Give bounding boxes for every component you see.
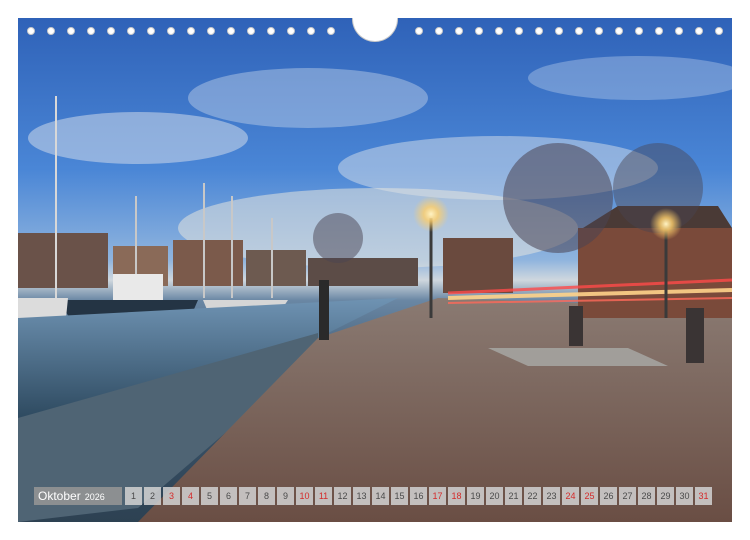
calendar-day: 9	[277, 487, 294, 505]
binding-hole	[187, 27, 195, 35]
binding-hole	[635, 27, 643, 35]
binding-hole	[67, 27, 75, 35]
calendar-day: 13	[353, 487, 370, 505]
day-list: 1 2 3 4 5 6 7 8 9 10 11 12 13 14 15 16 17 18 19 20 21 22 23 24 2…	[125, 487, 712, 505]
calendar-day: 30	[676, 487, 693, 505]
binding-hole	[695, 27, 703, 35]
calendar-day: 24	[562, 487, 579, 505]
calendar-day: 18	[448, 487, 465, 505]
calendar-day: 15	[391, 487, 408, 505]
binding-hole	[107, 27, 115, 35]
calendar-day: 25	[581, 487, 598, 505]
calendar-day: 19	[467, 487, 484, 505]
binding-hole	[555, 27, 563, 35]
binding-hole	[415, 27, 423, 35]
month-label: Oktober 2026	[34, 487, 122, 505]
binding-hole	[207, 27, 215, 35]
binding-hole	[267, 27, 275, 35]
binding-hole	[615, 27, 623, 35]
harbor-photo	[18, 18, 732, 522]
binding-hole	[655, 27, 663, 35]
calendar-day: 8	[258, 487, 275, 505]
calendar-day: 31	[695, 487, 712, 505]
binding-hole	[595, 27, 603, 35]
binding-hole	[515, 27, 523, 35]
binding-hole	[455, 27, 463, 35]
calendar-strip: Oktober 2026 1 2 3 4 5 6 7 8 9 10 11 12 13 14 15 16 17 18…	[34, 487, 716, 505]
binding-hole	[575, 27, 583, 35]
binding-hole	[167, 27, 175, 35]
binding-hole	[147, 27, 155, 35]
calendar-day: 23	[543, 487, 560, 505]
binding-hole	[87, 27, 95, 35]
month-year: 2026	[84, 492, 105, 502]
calendar-day: 6	[220, 487, 237, 505]
calendar-day: 3	[163, 487, 180, 505]
calendar-day: 4	[182, 487, 199, 505]
calendar-day: 14	[372, 487, 389, 505]
harbor-scene-illustration	[18, 56, 732, 522]
calendar-day: 26	[600, 487, 617, 505]
calendar-day: 5	[201, 487, 218, 505]
binding-hole	[435, 27, 443, 35]
calendar-day: 20	[486, 487, 503, 505]
binding-hole	[495, 27, 503, 35]
binding-hole	[535, 27, 543, 35]
binding-hole	[327, 27, 335, 35]
binding-hole	[227, 27, 235, 35]
calendar-day: 22	[524, 487, 541, 505]
calendar-day: 16	[410, 487, 427, 505]
calendar-day: 10	[296, 487, 313, 505]
calendar-day: 12	[334, 487, 351, 505]
binding-hole	[475, 27, 483, 35]
calendar-day: 17	[429, 487, 446, 505]
binding-hole	[287, 27, 295, 35]
calendar-day: 1	[125, 487, 142, 505]
calendar-day: 27	[619, 487, 636, 505]
binding-hole	[47, 27, 55, 35]
binding-hole	[27, 27, 35, 35]
binding-hole	[247, 27, 255, 35]
calendar-day: 21	[505, 487, 522, 505]
binding-hole	[307, 27, 315, 35]
calendar-day: 2	[144, 487, 161, 505]
calendar-day: 11	[315, 487, 332, 505]
calendar-day: 28	[638, 487, 655, 505]
binding-hole	[675, 27, 683, 35]
binding-hole	[127, 27, 135, 35]
month-name: Oktober	[38, 489, 81, 503]
binding-hole	[715, 27, 723, 35]
calendar-day: 7	[239, 487, 256, 505]
calendar-day: 29	[657, 487, 674, 505]
